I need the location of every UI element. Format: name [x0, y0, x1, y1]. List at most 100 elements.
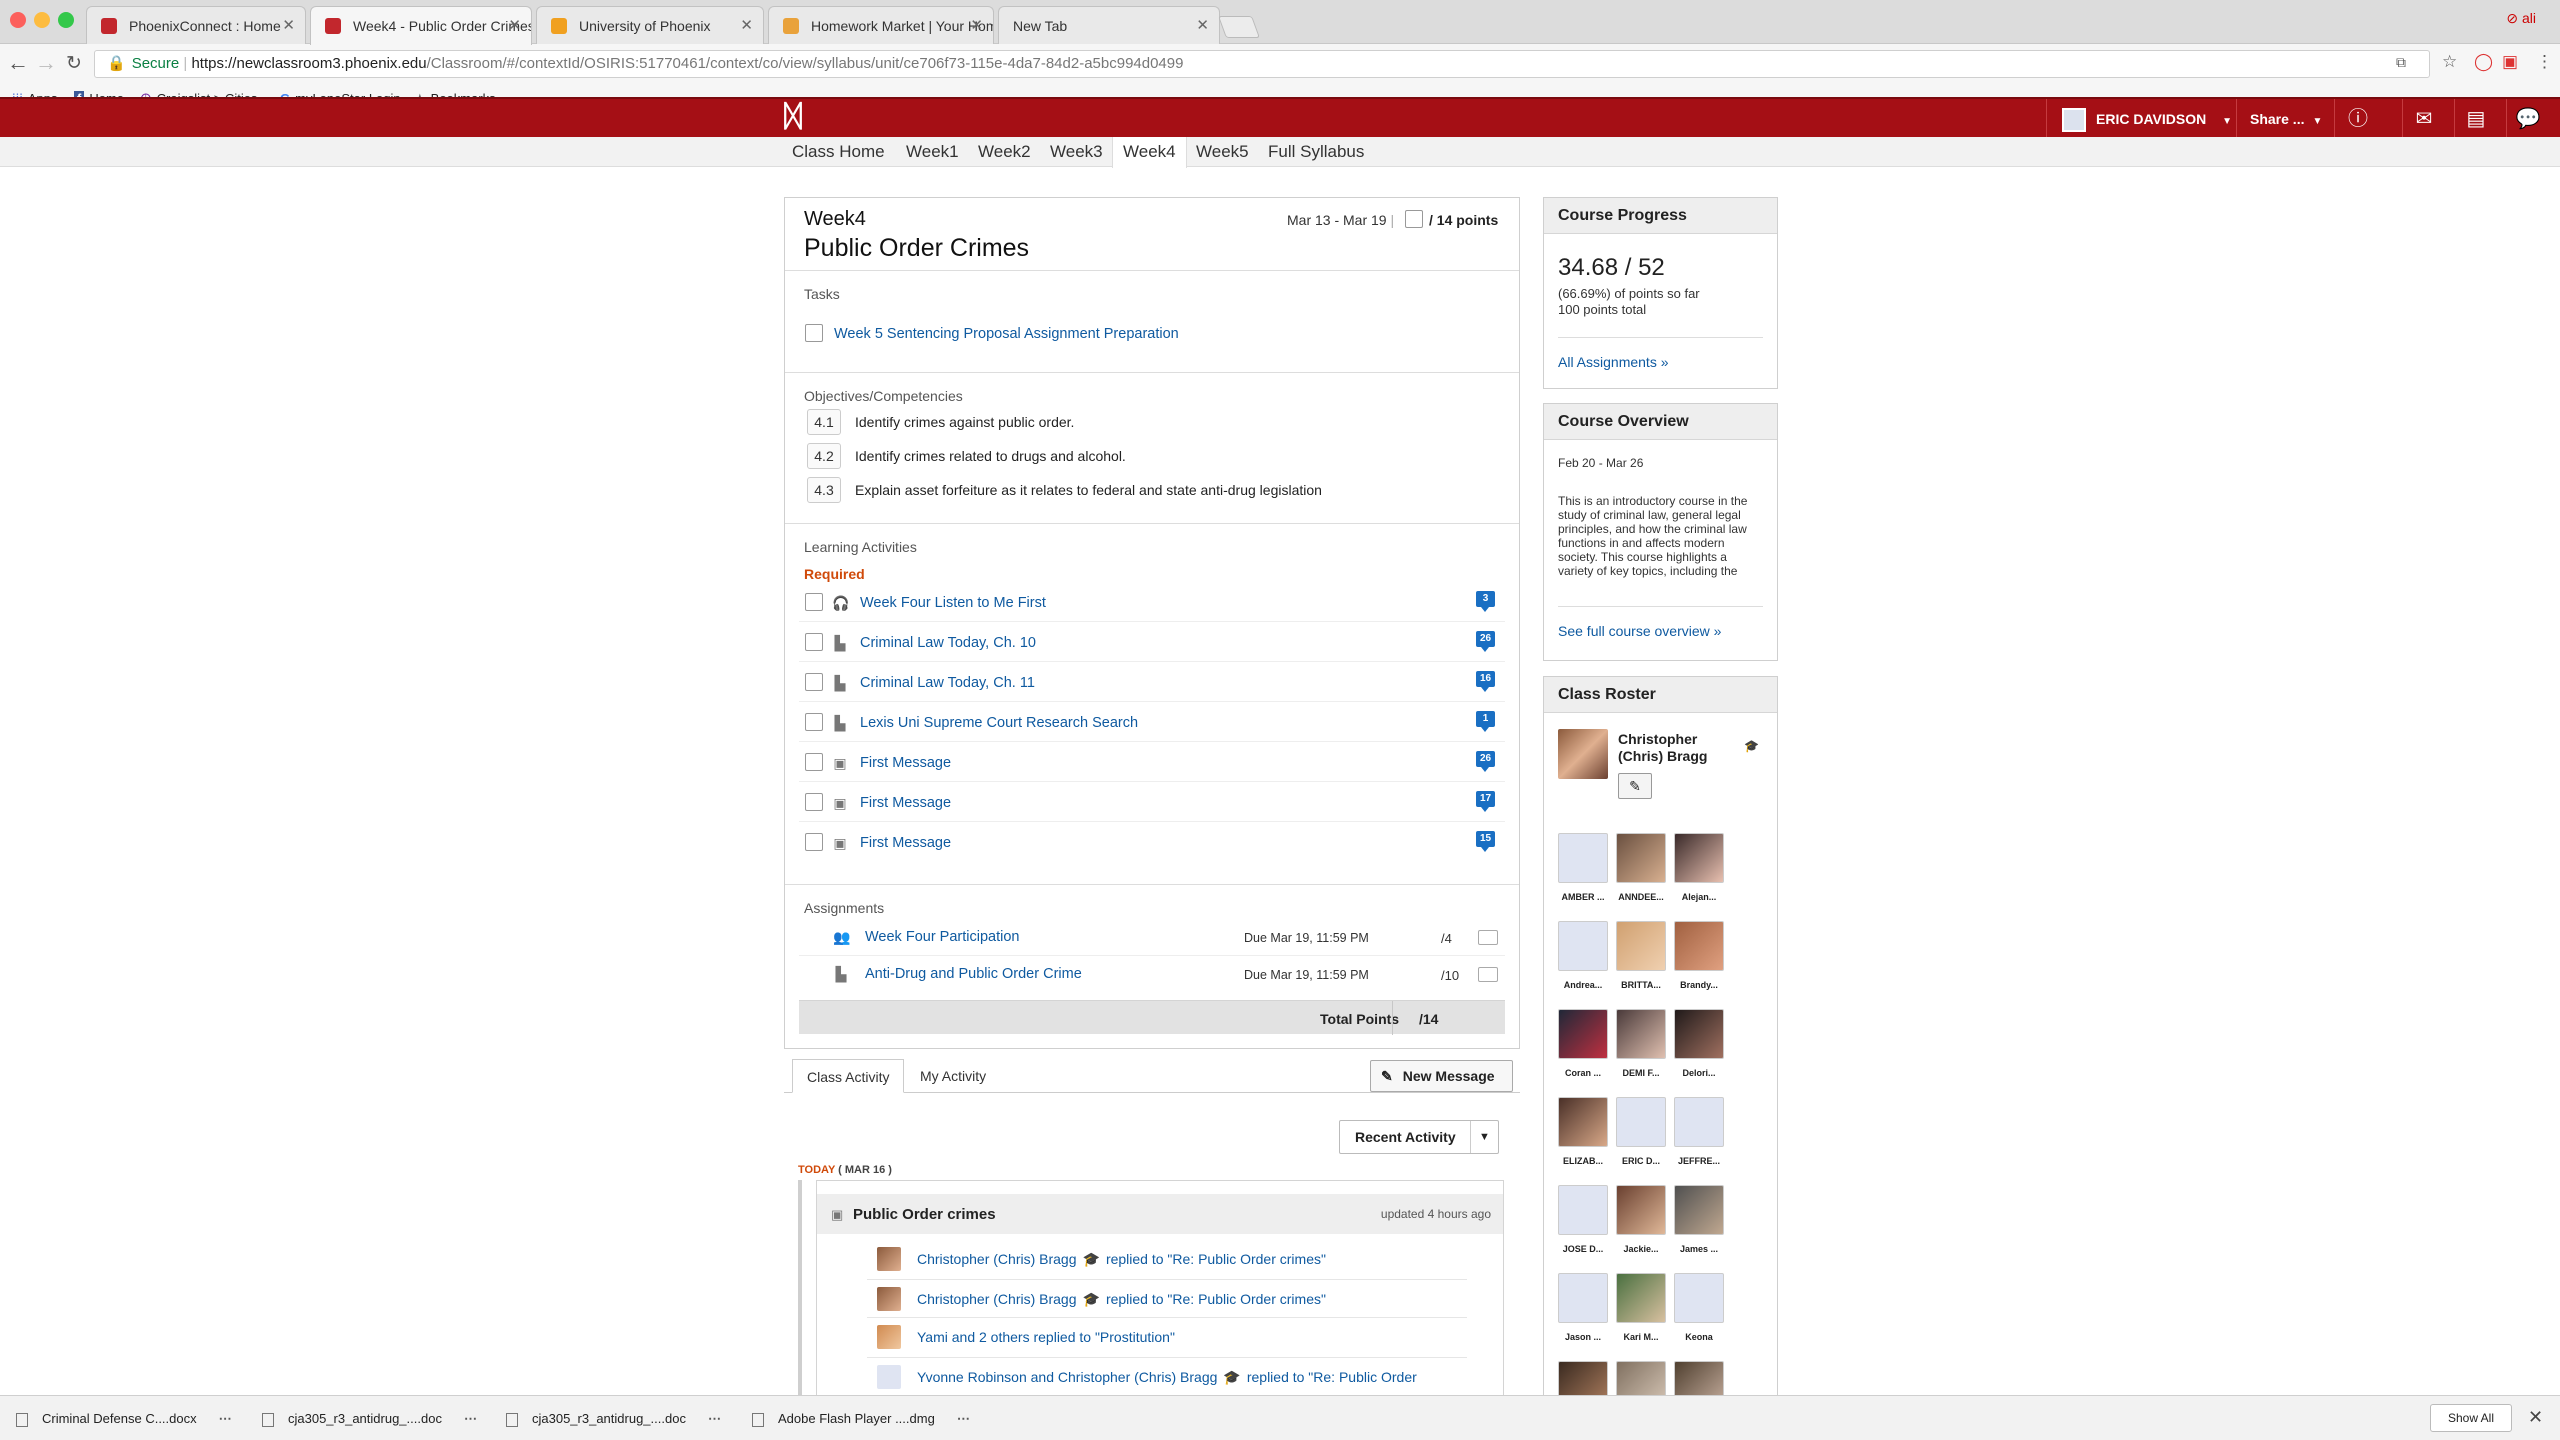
more-options-icon[interactable]: ⋯ — [464, 1411, 477, 1426]
bookmark-star-icon[interactable]: ☆ — [2442, 52, 2457, 72]
download-item[interactable]: Adobe Flash Player ....dmg ⋯ — [752, 1396, 970, 1440]
roster-student[interactable]: Andrea... — [1556, 921, 1610, 990]
help-icon[interactable]: ⓘ — [2338, 99, 2378, 139]
tab-my-activity[interactable]: My Activity — [906, 1059, 1000, 1093]
reload-icon[interactable]: ↻ — [60, 52, 88, 75]
new-message-button[interactable]: ✎ New Message — [1370, 1060, 1513, 1092]
feed-author[interactable]: Yami and 2 others replied to "Prostituti… — [917, 1329, 1175, 1345]
assignment-link[interactable]: Week Four Participation — [865, 929, 1019, 945]
close-tab-icon[interactable]: ✕ — [282, 7, 295, 44]
back-icon[interactable]: ← — [4, 50, 32, 76]
close-tab-icon[interactable]: ✕ — [508, 7, 521, 45]
new-tab-button[interactable] — [1217, 16, 1261, 38]
activity-link[interactable]: Criminal Law Today, Ch. 10 — [860, 635, 1036, 651]
extension-icon[interactable]: ▣ — [2502, 52, 2518, 72]
full-overview-link[interactable]: See full course overview » — [1558, 623, 1721, 639]
activity-checkbox[interactable] — [805, 793, 823, 811]
feed-item[interactable]: Christopher (Chris) Bragg 🎓 replied to "Re… — [917, 1291, 1326, 1308]
profile-button[interactable]: ⊘ ali — [2506, 10, 2536, 27]
download-item[interactable]: cja305_r3_antidrug_....doc ⋯ — [262, 1396, 477, 1440]
browser-tab[interactable]: University of Phoenix ✕ — [536, 6, 764, 44]
phoenix-logo[interactable]: ᛞ — [768, 97, 818, 137]
feed-author[interactable]: Christopher (Chris) Bragg — [917, 1251, 1077, 1267]
feed-action[interactable]: replied to "Re: Public Order crimes" — [1106, 1251, 1326, 1267]
library-icon[interactable]: ▤ — [2456, 99, 2496, 139]
message-instructor-button[interactable]: ✎ — [1618, 773, 1652, 799]
activity-count-badge[interactable]: 17 — [1476, 791, 1495, 812]
more-options-icon[interactable]: ⋯ — [219, 1411, 232, 1426]
user-menu[interactable]: ERIC DAVIDSON ▼ — [2062, 99, 2232, 139]
activity-link[interactable]: First Message — [860, 795, 951, 811]
roster-student[interactable]: JOSE D... — [1556, 1185, 1610, 1254]
activity-count-badge[interactable]: 1 — [1476, 711, 1495, 732]
activity-count-badge[interactable]: 15 — [1476, 831, 1495, 852]
feed-item[interactable]: Yami and 2 others replied to "Prostituti… — [917, 1329, 1175, 1345]
roster-student[interactable]: Jason ... — [1556, 1273, 1610, 1342]
thread-header[interactable]: ▣ Public Order crimes updated 4 hours ag… — [817, 1194, 1503, 1234]
nav-class-home[interactable]: Class Home — [792, 137, 885, 167]
browser-tab[interactable]: Homework Market | Your Homework ✕ — [768, 6, 994, 44]
feed-action[interactable]: replied to "Re: Public Order crimes" — [1106, 1291, 1326, 1307]
roster-student[interactable]: BRITTA... — [1614, 921, 1668, 990]
roster-student[interactable]: Keona — [1672, 1273, 1726, 1342]
comment-icon[interactable] — [1478, 967, 1498, 982]
close-tab-icon[interactable]: ✕ — [740, 7, 753, 44]
more-options-icon[interactable]: ⋯ — [957, 1411, 970, 1426]
feed-item[interactable]: Yvonne Robinson and Christopher (Chris) … — [917, 1369, 1417, 1386]
instructor-name[interactable]: Christopher (Chris) Bragg — [1618, 731, 1738, 765]
close-window-button[interactable] — [10, 12, 26, 28]
feed-author[interactable]: Yvonne Robinson and Christopher (Chris) … — [917, 1369, 1217, 1385]
roster-student[interactable]: Brandy... — [1672, 921, 1726, 990]
nav-full-syllabus[interactable]: Full Syllabus — [1268, 137, 1364, 167]
translate-icon[interactable]: ⧉ — [2396, 54, 2406, 71]
roster-student[interactable]: Kari M... — [1614, 1273, 1668, 1342]
download-item[interactable]: cja305_r3_antidrug_....doc ⋯ — [506, 1396, 721, 1440]
roster-student[interactable]: JEFFRE... — [1672, 1097, 1726, 1166]
nav-week2[interactable]: Week2 — [978, 137, 1031, 167]
roster-student[interactable]: ELIZAB... — [1556, 1097, 1610, 1166]
activity-count-badge[interactable]: 26 — [1476, 631, 1495, 652]
activity-checkbox[interactable] — [805, 673, 823, 691]
menu-kebab-icon[interactable]: ⋮ — [2536, 52, 2553, 72]
feed-author[interactable]: Christopher (Chris) Bragg — [917, 1291, 1077, 1307]
browser-tab[interactable]: New Tab ✕ — [998, 6, 1220, 44]
all-assignments-link[interactable]: All Assignments » — [1558, 354, 1669, 370]
close-shelf-icon[interactable]: ✕ — [2528, 1407, 2543, 1428]
activity-link[interactable]: Lexis Uni Supreme Court Research Search — [860, 715, 1138, 731]
roster-student[interactable]: Alejan... — [1672, 833, 1726, 902]
roster-student[interactable]: DEMI F... — [1614, 1009, 1668, 1078]
assignment-link[interactable]: Anti-Drug and Public Order Crime — [865, 966, 1082, 982]
tab-class-activity[interactable]: Class Activity — [792, 1059, 905, 1093]
forward-icon[interactable]: → — [32, 50, 60, 76]
task-checkbox[interactable] — [805, 324, 823, 342]
share-menu[interactable]: Share ... ▼ — [2250, 99, 2322, 139]
close-tab-icon[interactable]: ✕ — [970, 7, 983, 44]
instructor-avatar[interactable] — [1558, 729, 1608, 779]
unit-complete-checkbox[interactable] — [1405, 210, 1423, 228]
roster-student[interactable]: Delori... — [1672, 1009, 1726, 1078]
activity-filter-dropdown[interactable]: Recent Activity ▼ — [1339, 1120, 1499, 1154]
nav-week4[interactable]: Week4 — [1112, 137, 1187, 168]
thread-title[interactable]: Public Order crimes — [853, 1206, 996, 1223]
activity-checkbox[interactable] — [805, 833, 823, 851]
more-options-icon[interactable]: ⋯ — [708, 1411, 721, 1426]
activity-link[interactable]: First Message — [860, 755, 951, 771]
nav-week3[interactable]: Week3 — [1050, 137, 1103, 167]
comment-icon[interactable] — [1478, 930, 1498, 945]
roster-student[interactable]: Coran ... — [1556, 1009, 1610, 1078]
activity-checkbox[interactable] — [805, 753, 823, 771]
activity-checkbox[interactable] — [805, 593, 823, 611]
roster-student[interactable]: James ... — [1672, 1185, 1726, 1254]
mail-icon[interactable]: ✉ — [2404, 99, 2444, 139]
minimize-window-button[interactable] — [34, 12, 50, 28]
feed-item[interactable]: Christopher (Chris) Bragg 🎓 replied to "Re… — [917, 1251, 1326, 1268]
activity-checkbox[interactable] — [805, 633, 823, 651]
task-link[interactable]: Week 5 Sentencing Proposal Assignment Pr… — [834, 326, 1179, 342]
activity-link[interactable]: Week Four Listen to Me First — [860, 595, 1046, 611]
address-bar[interactable]: 🔒 Secure | https://newclassroom3.phoenix.… — [94, 50, 2430, 78]
activity-link[interactable]: First Message — [860, 835, 951, 851]
browser-tab-active[interactable]: Week4 - Public Order Crimes ✕ — [310, 6, 532, 45]
activity-link[interactable]: Criminal Law Today, Ch. 11 — [860, 675, 1035, 691]
activity-checkbox[interactable] — [805, 713, 823, 731]
zoom-window-button[interactable] — [58, 12, 74, 28]
